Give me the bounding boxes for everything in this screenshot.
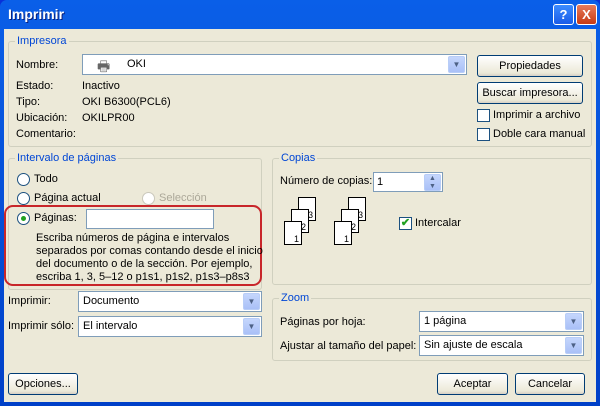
chevron-down-icon[interactable]: ▼ [565, 313, 582, 330]
scale-combo[interactable]: Sin ajuste de escala ▼ [419, 335, 584, 356]
type-value: OKI B6300(PCL6) [82, 96, 171, 108]
zoom-label: Zoom [279, 292, 312, 304]
print-what-combo[interactable]: Documento ▼ [78, 291, 262, 312]
current-page-label: Página actual [34, 192, 101, 204]
pages-per-sheet-value: 1 página [424, 315, 467, 327]
pages-label: Páginas: [34, 212, 77, 224]
options-button[interactable]: Opciones... [8, 373, 78, 395]
location-label: Ubicación: [16, 112, 68, 124]
uncollated-pages-icon: 3 2 1 [284, 197, 324, 253]
print-to-file-checkbox[interactable] [477, 109, 490, 122]
page-range-label: Intervalo de páginas [15, 152, 119, 164]
print-what-value: Documento [83, 295, 140, 307]
all-radio[interactable] [17, 173, 30, 186]
chevron-down-icon[interactable]: ▼ [243, 293, 260, 310]
ok-button[interactable]: Aceptar [437, 373, 508, 395]
copies-count-value: 1 [377, 176, 384, 188]
collate-checkbox[interactable]: ✔ [399, 217, 412, 230]
help-button[interactable]: ? [553, 4, 574, 25]
chevron-down-icon[interactable]: ▼ [243, 318, 260, 335]
selection-label: Selección [159, 192, 207, 204]
properties-button[interactable]: Propiedades [477, 55, 583, 77]
print-only-value: El intervalo [83, 320, 138, 332]
status-label: Estado: [16, 80, 54, 92]
printer-icon: 🖶 [97, 58, 111, 74]
print-to-file-label: Imprimir a archivo [493, 109, 581, 121]
chevron-down-icon[interactable]: ▼ [565, 337, 582, 354]
manual-duplex-label: Doble cara manual [493, 128, 586, 140]
status-value: Inactivo [82, 80, 120, 92]
current-page-radio[interactable] [17, 192, 30, 205]
help-line: escriba 1, 3, 5–12 o p1s1, p1s2, p1s3–p8… [36, 271, 250, 283]
dialog-body: Impresora Nombre: 🖶 OKI ▼ Estado: Inacti… [4, 29, 596, 402]
pages-per-sheet-label: Páginas por hoja: [280, 316, 366, 328]
print-only-label: Imprimir sólo: [8, 320, 75, 332]
scale-value: Sin ajuste de escala [424, 339, 523, 351]
printer-group-label: Impresora [15, 35, 69, 47]
copies-count-label: Número de copias: [280, 175, 373, 187]
spinner-arrows-icon[interactable]: ▲ ▼ [424, 174, 441, 191]
print-dialog: Imprimir ? X Impresora Nombre: 🖶 OKI ▼ E… [0, 0, 600, 406]
pages-radio[interactable] [17, 212, 30, 225]
copies-spinner[interactable]: 1 ▲ ▼ [373, 172, 443, 192]
printer-name-combo[interactable]: 🖶 OKI ▼ [82, 54, 467, 75]
location-value: OKILPR00 [82, 112, 135, 124]
type-label: Tipo: [16, 96, 41, 108]
print-what-label: Imprimir: [8, 295, 51, 307]
copies-label: Copias [279, 152, 318, 164]
manual-duplex-checkbox[interactable] [477, 128, 490, 141]
collate-label: Intercalar [415, 217, 461, 229]
help-line: del documento o de la sección. Por ejemp… [36, 258, 253, 270]
name-label: Nombre: [16, 59, 59, 71]
pages-help-text: Escriba números de página e intervalos s… [36, 232, 263, 284]
scale-label: Ajustar al tamaño del papel: [280, 340, 417, 352]
collated-pages-icon: 3 2 1 [334, 197, 374, 253]
find-printer-button[interactable]: Buscar impresora... [477, 82, 583, 104]
all-label: Todo [34, 173, 58, 185]
help-line: Escriba números de página e intervalos [36, 232, 230, 244]
cancel-button[interactable]: Cancelar [515, 373, 585, 395]
selection-radio[interactable] [142, 192, 155, 205]
close-button[interactable]: X [576, 4, 597, 25]
pages-input[interactable] [86, 209, 214, 229]
help-line: separados por comas contando desde el in… [36, 245, 263, 257]
print-only-combo[interactable]: El intervalo ▼ [78, 316, 262, 337]
dialog-title: Imprimir [8, 6, 65, 22]
chevron-down-icon[interactable]: ▼ [448, 56, 465, 73]
pages-per-sheet-combo[interactable]: 1 página ▼ [419, 311, 584, 332]
comment-label: Comentario: [16, 128, 76, 140]
printer-name-value: OKI [127, 58, 146, 70]
